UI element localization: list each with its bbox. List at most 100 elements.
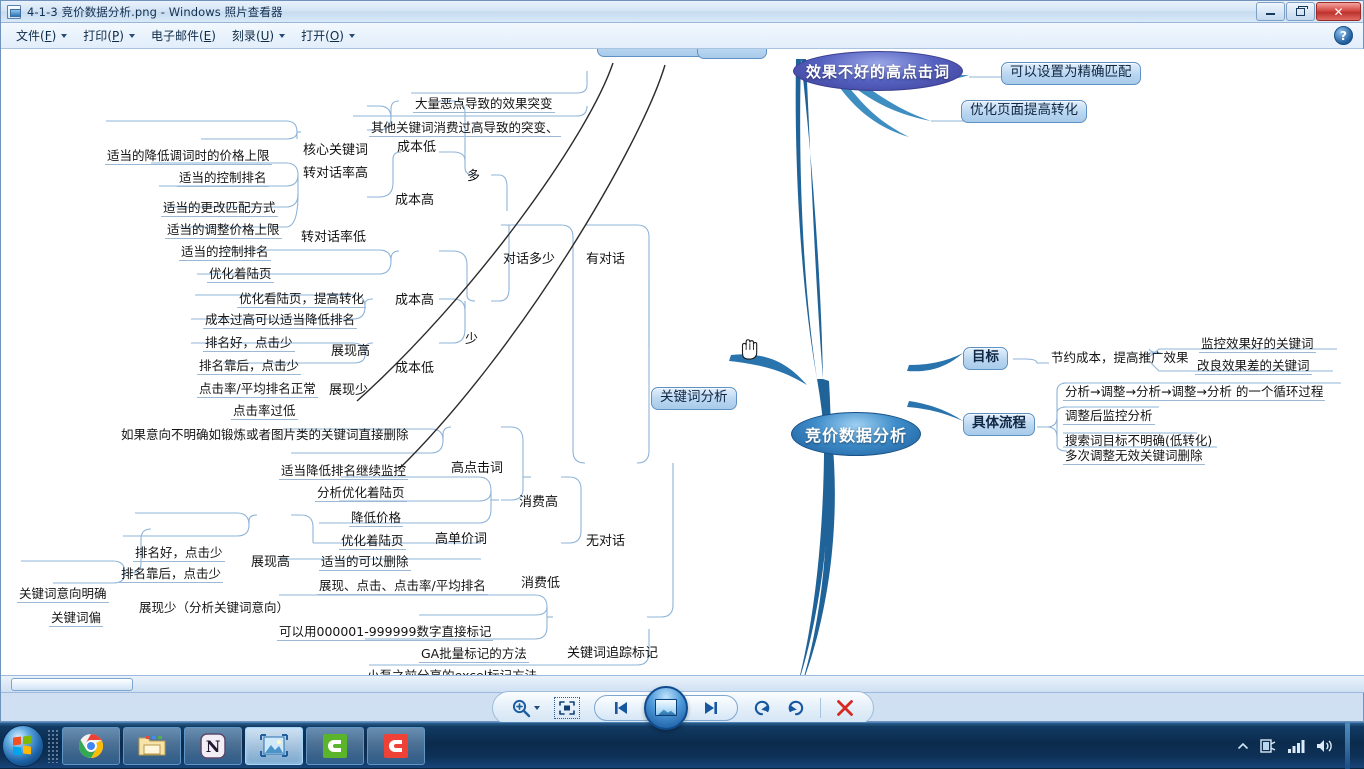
- mindmap-note: 其他关键词消费过高导致的突变、: [369, 120, 561, 138]
- title-bar[interactable]: 4-1-3 竞价数据分析.png - Windows 照片查看器 ✕: [1, 1, 1363, 23]
- taskbar-item-chrome[interactable]: [62, 726, 120, 765]
- next-icon: [705, 701, 717, 714]
- zoom-button[interactable]: [511, 698, 540, 718]
- close-button[interactable]: ✕: [1316, 2, 1361, 21]
- mindmap-node-goal[interactable]: 目标: [963, 347, 1008, 370]
- mindmap-leaf: 适当的控制排名: [177, 170, 269, 188]
- scrollbar-thumb[interactable]: [11, 678, 133, 691]
- menu-item-open[interactable]: 打开(O): [294, 24, 362, 47]
- menu-item-file[interactable]: 文件(F): [9, 24, 74, 47]
- mindmap-leaf: 适当的可以删除: [319, 554, 411, 572]
- mindmap-leaf: 优化着陆页: [339, 533, 406, 551]
- mindmap-leaf: 适当降低排名继续监控: [279, 463, 409, 481]
- windows-logo-icon: [13, 734, 33, 756]
- start-button[interactable]: [2, 724, 44, 767]
- mindmap-leaf: 排名靠后，点击少: [119, 566, 224, 584]
- menu-item-email[interactable]: 电子邮件(E): [144, 24, 223, 47]
- chrome-icon: [78, 733, 104, 758]
- picture-icon: [260, 733, 288, 757]
- previous-icon: [615, 701, 627, 714]
- mindmap-node-cropped: [597, 49, 709, 57]
- mindmap-node: 核心关键词: [303, 143, 369, 158]
- mindmap-leaf: GA批量标记的方法: [419, 646, 529, 664]
- quick-launch-handle[interactable]: [47, 728, 59, 763]
- mindmap-node: 展现高: [251, 555, 291, 570]
- mindmap-node-optimize-page[interactable]: 优化页面提高转化: [961, 100, 1087, 123]
- mindmap-leaf: 关键词偏: [49, 610, 104, 628]
- network-plug-icon[interactable]: [1259, 737, 1277, 755]
- mindmap-leaf: 可以用000001-999999数字直接标记: [277, 624, 494, 642]
- mindmap-leaf: 分析优化着陆页: [315, 485, 407, 503]
- mindmap-leaf: 排名好，点击少: [133, 545, 225, 563]
- mindmap-leaf: 适当的调整价格上限: [165, 222, 282, 240]
- signal-bars-icon[interactable]: [1287, 739, 1305, 753]
- mindmap-node: 高单价词: [435, 532, 488, 547]
- chevron-down-icon: [61, 33, 68, 38]
- mindmap-node-process[interactable]: 具体流程: [963, 413, 1035, 436]
- rotate-right-icon: [788, 700, 804, 715]
- show-desktop-button[interactable]: [1345, 722, 1350, 769]
- next-button[interactable]: [682, 694, 738, 721]
- mindmap-node: 成本低: [397, 140, 437, 155]
- camtasia-red-icon: [384, 733, 408, 758]
- mindmap-leaf: 分析→调整→分析→调整→分析 的一个循环过程: [1063, 384, 1326, 402]
- photo-viewer-window: 4-1-3 竞价数据分析.png - Windows 照片查看器 ✕ 文件(F)…: [0, 0, 1364, 730]
- taskbar-item-explorer[interactable]: [123, 726, 181, 765]
- mindmap-image: 适当的降低调词时的价格上限 适当的控制排名 适当的更改匹配方式 适当的调整价格上…: [1, 49, 1364, 675]
- window-title: 4-1-3 竞价数据分析.png - Windows 照片查看器: [27, 4, 283, 19]
- chevron-down-icon: [128, 33, 135, 38]
- delete-button[interactable]: [835, 698, 855, 718]
- mindmap-node: 展现、点击、点击率/平均排名: [317, 578, 488, 596]
- close-x-icon: [837, 699, 853, 716]
- folder-icon: [138, 735, 166, 755]
- window-controls: ✕: [1256, 2, 1361, 21]
- slideshow-button[interactable]: [644, 685, 688, 730]
- image-viewport[interactable]: 适当的降低调词时的价格上限 适当的控制排名 适当的更改匹配方式 适当的调整价格上…: [1, 49, 1364, 675]
- taskbar-item-photo-viewer[interactable]: [245, 726, 303, 765]
- taskbar-item-camtasia-green[interactable]: [306, 726, 364, 765]
- mindmap-node-keyword-analysis[interactable]: 关键词分析: [651, 387, 737, 410]
- mindmap-node: 消费高: [519, 495, 559, 510]
- menu-item-print[interactable]: 打印(P): [76, 24, 142, 47]
- chevron-down-icon: [279, 33, 286, 38]
- taskbar-item-notability[interactable]: N: [184, 726, 242, 765]
- mindmap-node-exact-match[interactable]: 可以设置为精确匹配: [1001, 62, 1141, 85]
- fit-to-window-button[interactable]: [554, 696, 580, 719]
- viewer-toolbar: [1, 685, 1364, 730]
- previous-button[interactable]: [594, 694, 650, 721]
- mindmap-note: 如果意向不明确如锻炼或者图片类的关键词直接删除: [121, 427, 409, 442]
- rotate-counterclockwise-button[interactable]: [752, 698, 772, 718]
- mindmap-node: 多: [467, 169, 481, 184]
- taskbar-item-camtasia-red[interactable]: [367, 726, 425, 765]
- mindmap-node: 对话多少: [503, 252, 556, 267]
- mindmap-leaf: 排名靠后，点击少: [197, 358, 302, 376]
- mindmap-leaf: 优化看陆页，提高转化: [237, 291, 367, 309]
- mindmap-node: 转对话率低: [301, 230, 367, 245]
- mindmap-node: 转对话率高: [303, 166, 369, 181]
- volume-icon[interactable]: [1315, 738, 1335, 754]
- mindmap-node: 有对话: [586, 252, 626, 267]
- mindmap-leaf: 点击率/平均排名正常: [197, 381, 318, 399]
- menu-item-burn[interactable]: 刻录(U): [225, 24, 292, 47]
- slideshow-icon: [655, 699, 677, 716]
- rotate-clockwise-button[interactable]: [786, 698, 806, 718]
- chevron-down-icon: [348, 33, 355, 38]
- mindmap-root-node[interactable]: 竞价数据分析: [791, 412, 921, 456]
- mindmap-node: 消费低: [521, 576, 561, 591]
- mindmap-node: 无对话: [586, 534, 626, 549]
- rotate-left-icon: [754, 700, 770, 715]
- mindmap-leaf: 优化着陆页: [207, 266, 274, 284]
- mindmap-leaf: 适当的降低调词时的价格上限: [105, 148, 272, 166]
- mindmap-node: 关键词追踪标记: [567, 646, 659, 661]
- toolbar-divider: [820, 697, 821, 718]
- mindmap-purple-node[interactable]: 效果不好的高点击词: [793, 51, 963, 91]
- mindmap-node: 成本高: [395, 293, 435, 308]
- svg-text:N: N: [206, 737, 221, 756]
- taskbar: N: [0, 722, 1364, 769]
- mindmap-note: 大量恶点导致的效果突变: [413, 96, 555, 114]
- mindmap-node: 展现少: [329, 383, 369, 398]
- restore-button[interactable]: [1286, 2, 1315, 21]
- minimize-button[interactable]: [1256, 2, 1285, 21]
- help-icon[interactable]: ?: [1334, 26, 1353, 45]
- show-hidden-icons-button[interactable]: [1237, 741, 1249, 751]
